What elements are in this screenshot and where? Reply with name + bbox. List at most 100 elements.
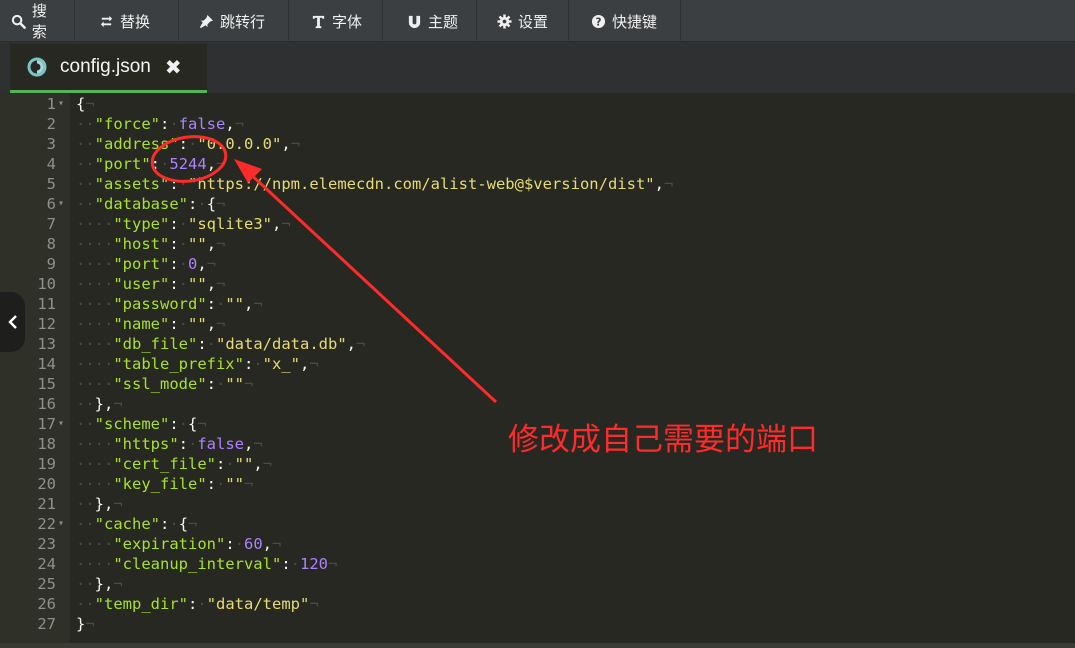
annotation-text: 修改成自己需要的端口 — [508, 422, 818, 458]
code-text: ····"name":·"",¬ — [76, 315, 226, 333]
code-text: ··"address":·"0.0.0.0",¬ — [76, 135, 301, 153]
pin-icon — [197, 12, 215, 30]
goto-line-button[interactable]: 跳转行 — [179, 0, 289, 42]
code-line[interactable]: 5 ··"assets":·"https://npm.elemecdn.com/a… — [0, 174, 1075, 194]
code-line[interactable]: 6 ▾ ··"database":·{¬ — [0, 194, 1075, 214]
code-text: ····"user":·"",¬ — [76, 275, 226, 293]
code-text: ··"port":·5244,¬ — [76, 155, 226, 173]
tab-config-json[interactable]: config.json ✖ — [10, 44, 207, 93]
code-text: ····"db_file":·"data/data.db",¬ — [76, 335, 366, 353]
code-line[interactable]: 2 ··"force":·false,¬ — [0, 114, 1075, 134]
bottom-divider — [0, 643, 1075, 648]
line-number: 4 — [46, 155, 56, 173]
help-icon: ? — [589, 12, 607, 30]
code-text: ··"force":·false,¬ — [76, 115, 245, 133]
fold-arrow-icon[interactable]: ▾ — [58, 94, 64, 114]
fold-arrow-icon[interactable]: ▾ — [58, 194, 64, 214]
line-number: 1 — [46, 95, 56, 113]
code-text: ····"password":·"",¬ — [76, 295, 263, 313]
fold-arrow-icon[interactable]: ▾ — [58, 414, 64, 434]
close-icon[interactable]: ✖ — [165, 55, 182, 79]
code-text: ··"assets":·"https://npm.elemecdn.com/al… — [76, 175, 674, 193]
code-line[interactable]: 21 ··},¬ — [0, 494, 1075, 514]
line-number: 2 — [46, 115, 56, 133]
line-number: 24 — [37, 555, 56, 573]
line-number: 27 — [37, 615, 56, 633]
font-label: 字体 — [332, 12, 363, 31]
code-line[interactable]: 25 ··},¬ — [0, 574, 1075, 594]
code-text: ····"ssl_mode":·""¬ — [76, 375, 254, 393]
theme-button[interactable]: 主题 — [383, 0, 477, 42]
code-text: ··},¬ — [76, 495, 123, 513]
code-line[interactable]: 1 ▾ {¬ — [0, 94, 1075, 114]
line-number: 22 — [37, 515, 56, 533]
line-number: 16 — [37, 395, 56, 413]
code-text: ····"table_prefix":·"x_",¬ — [76, 355, 319, 373]
line-number: 9 — [46, 255, 56, 273]
code-text: ····"type":·"sqlite3",¬ — [76, 215, 291, 233]
file-icon — [26, 56, 48, 78]
code-line[interactable]: 26 ··"temp_dir":·"data/temp"¬ — [0, 594, 1075, 614]
code-text: {¬ — [76, 95, 95, 113]
line-number: 6 — [46, 195, 56, 213]
code-line[interactable]: 16 ··},¬ — [0, 394, 1075, 414]
code-text: ··},¬ — [76, 395, 123, 413]
code-text: }¬ — [76, 615, 95, 633]
tab-title: config.json — [60, 56, 151, 77]
code-line[interactable]: 15 ····"ssl_mode":·""¬ — [0, 374, 1075, 394]
code-line[interactable]: 9 ····"port":·0,¬ — [0, 254, 1075, 274]
code-text: ····"key_file":·""¬ — [76, 475, 254, 493]
line-number: 21 — [37, 495, 56, 513]
theme-label: 主题 — [428, 12, 459, 31]
code-line[interactable]: 8 ····"host":·"",¬ — [0, 234, 1075, 254]
line-number: 10 — [37, 275, 56, 293]
code-line[interactable]: 20 ····"key_file":·""¬ — [0, 474, 1075, 494]
code-line[interactable]: 11 ····"password":·"",¬ — [0, 294, 1075, 314]
settings-label: 设置 — [518, 12, 549, 31]
code-text: ····"expiration":·60,¬ — [76, 535, 282, 553]
shortcuts-button[interactable]: ? 快捷键 — [569, 0, 681, 42]
code-line[interactable]: 24 ····"cleanup_interval":·120¬ — [0, 554, 1075, 574]
line-number: 3 — [46, 135, 56, 153]
line-number: 15 — [37, 375, 56, 393]
search-label: 搜索 — [31, 2, 47, 41]
text-icon — [309, 12, 327, 30]
code-line[interactable]: 27 }¬ — [0, 614, 1075, 634]
code-text: ··"temp_dir":·"data/temp"¬ — [76, 595, 319, 613]
code-line[interactable]: 14 ····"table_prefix":·"x_",¬ — [0, 354, 1075, 374]
code-line[interactable]: 23 ····"expiration":·60,¬ — [0, 534, 1075, 554]
line-number: 17 — [37, 415, 56, 433]
replace-label: 替换 — [120, 12, 151, 31]
replace-button[interactable]: 替换 — [75, 0, 179, 42]
code-line[interactable]: 10 ····"user":·"",¬ — [0, 274, 1075, 294]
code-text: ··},¬ — [76, 575, 123, 593]
code-line[interactable]: 13 ····"db_file":·"data/data.db",¬ — [0, 334, 1075, 354]
code-text: ····"https":·false,¬ — [76, 435, 263, 453]
code-text: ··"scheme":·{¬ — [76, 415, 207, 433]
code-text: ····"cleanup_interval":·120¬ — [76, 555, 338, 573]
line-number: 23 — [37, 535, 56, 553]
gear-icon — [495, 12, 513, 30]
code-line[interactable]: 7 ····"type":·"sqlite3",¬ — [0, 214, 1075, 234]
font-button[interactable]: 字体 — [289, 0, 383, 42]
chevron-left-icon — [7, 315, 17, 329]
code-text: ··"database":·{¬ — [76, 195, 226, 213]
code-editor[interactable]: 1 ▾ {¬ 2 ··"force":·false,¬ 3 ··"address":·"0.… — [0, 93, 1075, 648]
toolbar: 搜索 替换 跳转行 字体 主题 设置 ? 快捷键 — [0, 0, 1075, 42]
line-number: 7 — [46, 215, 56, 233]
code-line[interactable]: 3 ··"address":·"0.0.0.0",¬ — [0, 134, 1075, 154]
settings-button[interactable]: 设置 — [477, 0, 569, 42]
code-text: ··"cache":·{¬ — [76, 515, 198, 533]
fold-arrow-icon[interactable]: ▾ — [58, 514, 64, 534]
line-number: 26 — [37, 595, 56, 613]
sidebar-toggle[interactable] — [0, 292, 25, 352]
magnet-icon — [405, 12, 423, 30]
code-line[interactable]: 4 ··"port":·5244,¬ — [0, 154, 1075, 174]
code-line[interactable]: 12 ····"name":·"",¬ — [0, 314, 1075, 334]
search-button[interactable]: 搜索 — [0, 0, 75, 42]
line-number: 20 — [37, 475, 56, 493]
svg-text:?: ? — [595, 16, 601, 28]
search-icon — [10, 12, 27, 30]
code-line[interactable]: 22 ▾ ··"cache":·{¬ — [0, 514, 1075, 534]
tab-bar: config.json ✖ — [0, 42, 1075, 93]
